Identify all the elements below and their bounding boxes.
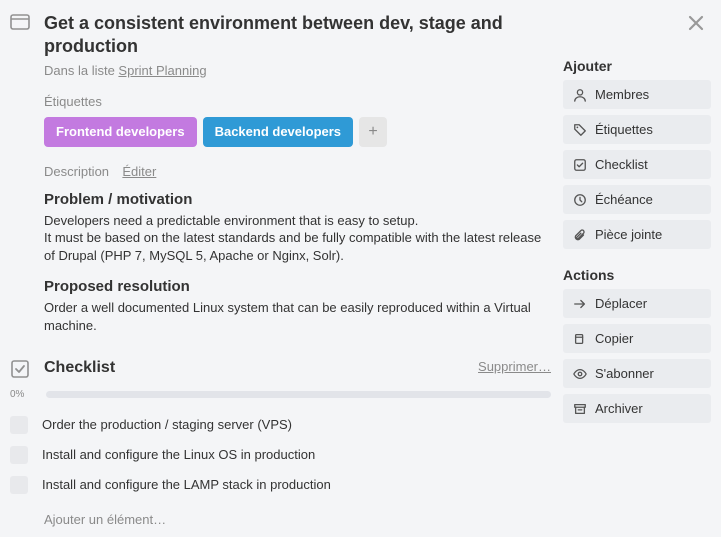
progress-percent: 0%: [10, 389, 38, 400]
button-label: Étiquettes: [595, 122, 653, 137]
arrow-icon: [573, 297, 587, 311]
add-button[interactable]: Étiquettes: [563, 115, 711, 144]
user-icon: [573, 88, 587, 102]
checklist-checkbox[interactable]: [10, 476, 28, 494]
main-column: Get a consistent environment between dev…: [10, 12, 563, 527]
checklist-item: Install and configure the Linux OS in pr…: [10, 440, 551, 470]
checklist-checkbox[interactable]: [10, 446, 28, 464]
check-icon: [573, 158, 587, 172]
button-label: Archiver: [595, 401, 643, 416]
problem-body: Developers need a predictable environmen…: [44, 212, 551, 265]
add-button[interactable]: Pièce jointe: [563, 220, 711, 249]
list-location: Dans la liste Sprint Planning: [44, 63, 551, 78]
sidebar: Ajouter Membres Étiquettes Checklist Échéan…: [563, 12, 711, 527]
labels-heading: Étiquettes: [44, 94, 551, 109]
action-button[interactable]: Copier: [563, 324, 711, 353]
progress-bar: [46, 391, 551, 398]
resolution-body: Order a well documented Linux system tha…: [44, 299, 551, 334]
add-button[interactable]: Échéance: [563, 185, 711, 214]
button-label: Membres: [595, 87, 649, 102]
archive-icon: [573, 402, 587, 416]
actions-heading: Actions: [563, 267, 711, 283]
add-checklist-item[interactable]: Ajouter un élément…: [44, 512, 551, 527]
label-tag[interactable]: Backend developers: [203, 117, 353, 147]
checklist-item-text[interactable]: Install and configure the LAMP stack in …: [42, 477, 331, 492]
button-label: Checklist: [595, 157, 648, 172]
description-heading: Description: [44, 164, 109, 179]
eye-icon: [573, 367, 587, 381]
label-tag[interactable]: Frontend developers: [44, 117, 197, 147]
card-icon: [10, 12, 34, 30]
clock-icon: [573, 193, 587, 207]
checklist-item-text[interactable]: Order the production / staging server (V…: [42, 417, 292, 432]
desc-line: Developers need a predictable environmen…: [44, 213, 418, 228]
tag-icon: [573, 123, 587, 137]
action-button[interactable]: Archiver: [563, 394, 711, 423]
problem-heading: Problem / motivation: [44, 191, 551, 208]
list-link[interactable]: Sprint Planning: [118, 63, 206, 78]
card-title[interactable]: Get a consistent environment between dev…: [44, 12, 551, 59]
checklist-checkbox[interactable]: [10, 416, 28, 434]
checklist-icon: [10, 359, 44, 379]
action-button[interactable]: S'abonner: [563, 359, 711, 388]
checklist-item: Install and configure the LAMP stack in …: [10, 470, 551, 500]
add-label-button[interactable]: +: [359, 117, 387, 147]
action-button[interactable]: Déplacer: [563, 289, 711, 318]
close-icon[interactable]: [683, 10, 709, 36]
labels-row: Frontend developersBackend developers+: [44, 117, 551, 147]
add-heading: Ajouter: [563, 58, 711, 74]
checklist-item: Order the production / staging server (V…: [10, 410, 551, 440]
add-button[interactable]: Checklist: [563, 150, 711, 179]
resolution-heading: Proposed resolution: [44, 278, 551, 295]
button-label: Échéance: [595, 192, 653, 207]
in-list-prefix: Dans la liste: [44, 63, 118, 78]
edit-description-link[interactable]: Éditer: [122, 164, 156, 179]
checklist-title: Checklist: [44, 359, 478, 377]
button-label: Copier: [595, 331, 633, 346]
button-label: S'abonner: [595, 366, 654, 381]
copy-icon: [573, 332, 587, 346]
button-label: Pièce jointe: [595, 227, 662, 242]
attach-icon: [573, 228, 587, 242]
button-label: Déplacer: [595, 296, 647, 311]
checklist-item-text[interactable]: Install and configure the Linux OS in pr…: [42, 447, 315, 462]
desc-line: It must be based on the latest standards…: [44, 230, 541, 263]
add-button[interactable]: Membres: [563, 80, 711, 109]
delete-checklist-link[interactable]: Supprimer…: [478, 359, 551, 374]
